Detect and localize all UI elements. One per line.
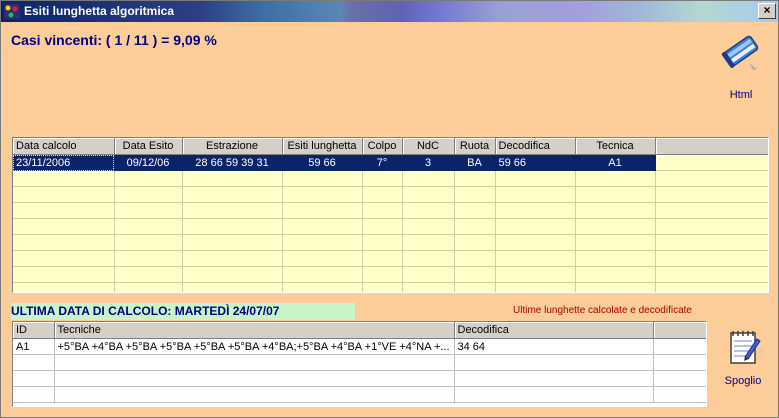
spoglio-label: Spoglio [724,375,762,387]
cell-colpo: 7° [362,154,403,171]
col-colpo[interactable]: Colpo [362,138,403,155]
table-row-empty [13,234,768,251]
col-data-esito[interactable]: Data Esito [114,138,183,155]
app-icon [4,4,20,19]
cell-ruota: BA [454,154,496,171]
cell-tecnica: A1 [575,154,656,171]
table-row[interactable]: A1 +5°BA +4°BA +5°BA +5°BA +5°BA +5°BA +… [13,338,706,355]
table-row-empty [13,282,768,292]
cell-decodifica-2: 34 64 [454,338,654,355]
col-estrazione[interactable]: Estrazione [182,138,283,155]
table-row-empty [13,386,706,403]
results-table: Data calcolo Data Esito Estrazione Esiti… [13,138,768,292]
col-filler [655,138,768,155]
cell-decodifica: 59 66 [495,154,576,171]
table-row-empty [13,170,768,187]
spoglio-button[interactable]: Spoglio [717,327,769,391]
table-row[interactable]: 23/11/2006 09/12/06 28 66 59 39 31 59 66… [13,154,768,171]
col-data-calcolo[interactable]: Data calcolo [13,138,115,155]
col-filler-2 [653,322,706,339]
window-title: Esiti lunghetta algoritmica [24,4,175,18]
col-tecnica[interactable]: Tecnica [575,138,656,155]
casi-vincenti-text: Casi vincenti: ( 1 / 11 ) = 9,09 % [11,32,217,48]
cell-esiti-lunghetta: 59 66 [282,154,363,171]
book-icon [721,35,759,70]
results-grid[interactable]: Data calcolo Data Esito Estrazione Esiti… [12,137,769,293]
ultime-lunghette-label: Ultime lunghette calcolate e decodificat… [513,305,692,316]
cell-tecniche: +5°BA +4°BA +5°BA +5°BA +5°BA +5°BA +4°B… [54,338,455,355]
col-esiti-lunghetta[interactable]: Esiti lunghetta [282,138,363,155]
last-lunghette-grid[interactable]: ID Tecniche Decodifica A1 +5°BA +4°BA +5… [12,321,707,407]
last-header-row: ID Tecniche Decodifica [13,322,706,339]
table-row-empty [13,186,768,203]
html-button[interactable]: Html [707,29,775,103]
cell-data-esito: 09/12/06 [114,154,183,171]
table-row-empty [13,202,768,219]
main-window: Esiti lunghetta algoritmica × Casi vince… [0,0,779,418]
table-row-empty [13,218,768,235]
table-row-empty [13,250,768,267]
table-row-empty [13,266,768,283]
cell-id: A1 [13,338,55,355]
col-decodifica[interactable]: Decodifica [495,138,576,155]
close-button[interactable]: × [758,3,776,19]
col-id[interactable]: ID [13,322,55,339]
title-bar[interactable]: Esiti lunghetta algoritmica × [1,1,778,22]
cell-data-calcolo: 23/11/2006 [13,154,115,171]
html-label: Html [729,89,753,101]
results-header-row: Data calcolo Data Esito Estrazione Esiti… [13,138,768,155]
cell-ndc: 3 [402,154,455,171]
col-decodifica-2[interactable]: Decodifica [454,322,654,339]
cell-filler [655,154,768,171]
col-tecniche[interactable]: Tecniche [54,322,455,339]
notepad-icon [730,331,761,364]
table-row-empty [13,354,706,371]
col-ruota[interactable]: Ruota [454,138,496,155]
cell-estrazione: 28 66 59 39 31 [182,154,283,171]
col-ndc[interactable]: NdC [402,138,455,155]
ultima-data-banner: ULTIMA DATA DI CALCOLO: MARTEDÌ 24/07/07 [11,303,355,320]
last-lunghette-table: ID Tecniche Decodifica A1 +5°BA +4°BA +5… [13,322,706,403]
table-row-empty [13,370,706,387]
